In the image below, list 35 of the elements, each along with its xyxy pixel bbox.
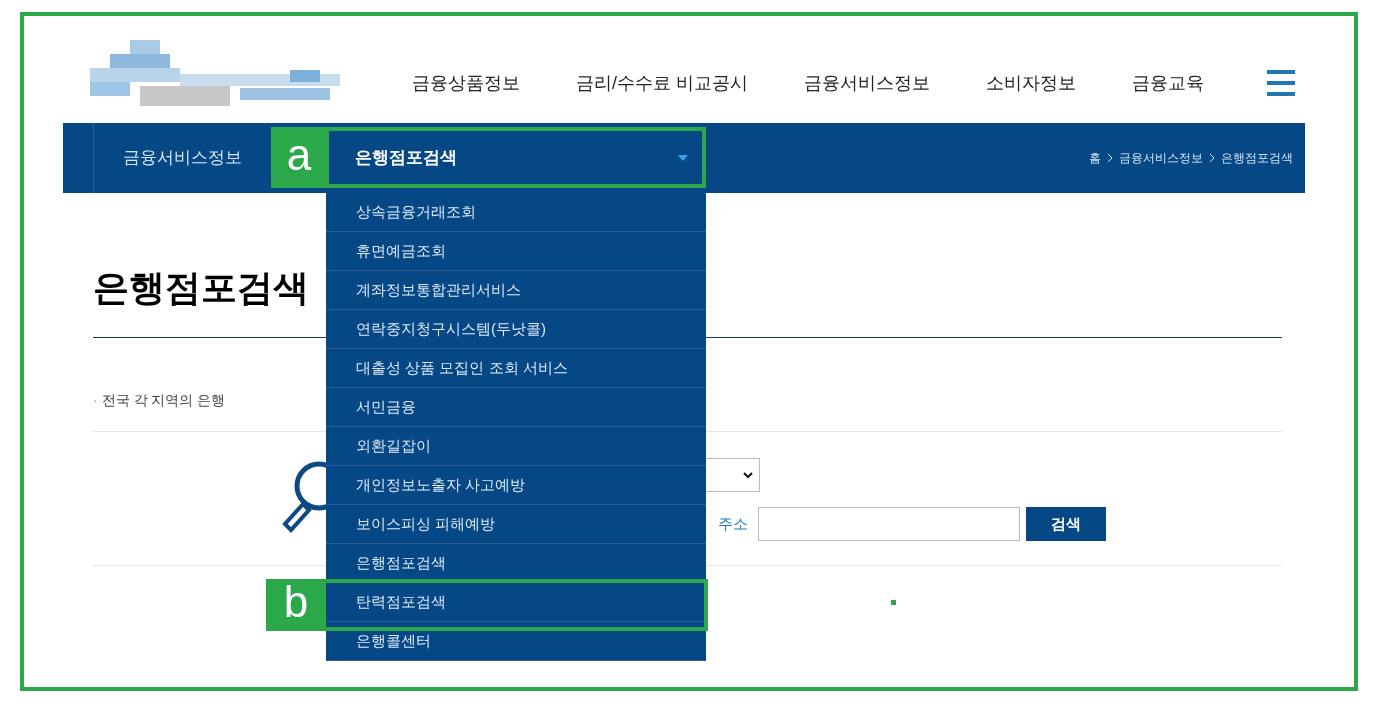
description-text: 전국 각 지역의 은행 xyxy=(101,391,226,410)
dropdown-item[interactable]: 개인정보노출자 사고예방 xyxy=(326,466,706,505)
dropdown-item[interactable]: 대출성 상품 모집인 조회 서비스 xyxy=(326,349,706,388)
annotation-label: a xyxy=(271,127,327,188)
search-button[interactable]: 검색 xyxy=(1026,507,1106,541)
page-title: 은행점포검색 xyxy=(93,266,309,310)
breadcrumb-link[interactable]: 금융서비스정보 xyxy=(1119,149,1203,167)
address-input[interactable] xyxy=(758,507,1020,541)
caret-icon xyxy=(678,154,688,161)
nav-link[interactable]: 금융교육 xyxy=(1132,69,1204,97)
dropdown-item[interactable]: 서민금융 xyxy=(326,388,706,427)
dropdown-item[interactable]: 은행콜센터 xyxy=(326,622,706,661)
dropdown-item[interactable]: 외환길잡이 xyxy=(326,427,706,466)
dropdown-item[interactable]: 상속금융거래조회 xyxy=(326,193,706,232)
nav-link[interactable]: 금융서비스정보 xyxy=(804,69,930,97)
address-label: 주소 xyxy=(718,513,748,534)
nav-link[interactable]: 금융상품정보 xyxy=(412,69,520,97)
breadcrumb-link[interactable]: 은행점포검색 xyxy=(1221,149,1293,167)
nav-link[interactable]: 금리/수수료 비교공시 xyxy=(576,69,748,97)
dropdown-item[interactable]: 보이스피싱 피해예방 xyxy=(326,505,706,544)
chevron-right-icon xyxy=(1107,153,1113,163)
chevron-right-icon xyxy=(1209,153,1215,163)
dropdown-item[interactable]: 연락중지청구시스템(두낫콜) xyxy=(326,310,706,349)
dropdown-item[interactable]: 탄력점포검색 xyxy=(326,583,706,622)
bullet: · xyxy=(93,391,98,410)
dropdown-toggle[interactable]: 은행점포검색 xyxy=(325,127,706,188)
dropdown-item[interactable]: 은행점포검색 xyxy=(326,544,706,583)
nav-link[interactable]: 소비자정보 xyxy=(986,69,1076,97)
dropdown-item[interactable]: 휴면예금조회 xyxy=(326,232,706,271)
subnav-section[interactable]: 금융서비스정보 xyxy=(123,145,242,171)
breadcrumb-link[interactable]: 홈 xyxy=(1089,149,1101,167)
chevron-down-icon xyxy=(743,471,753,479)
menu-icon[interactable] xyxy=(1267,70,1295,96)
dropdown-label: 은행점포검색 xyxy=(355,146,457,169)
dropdown-item[interactable]: 계좌정보통합관리서비스 xyxy=(326,271,706,310)
